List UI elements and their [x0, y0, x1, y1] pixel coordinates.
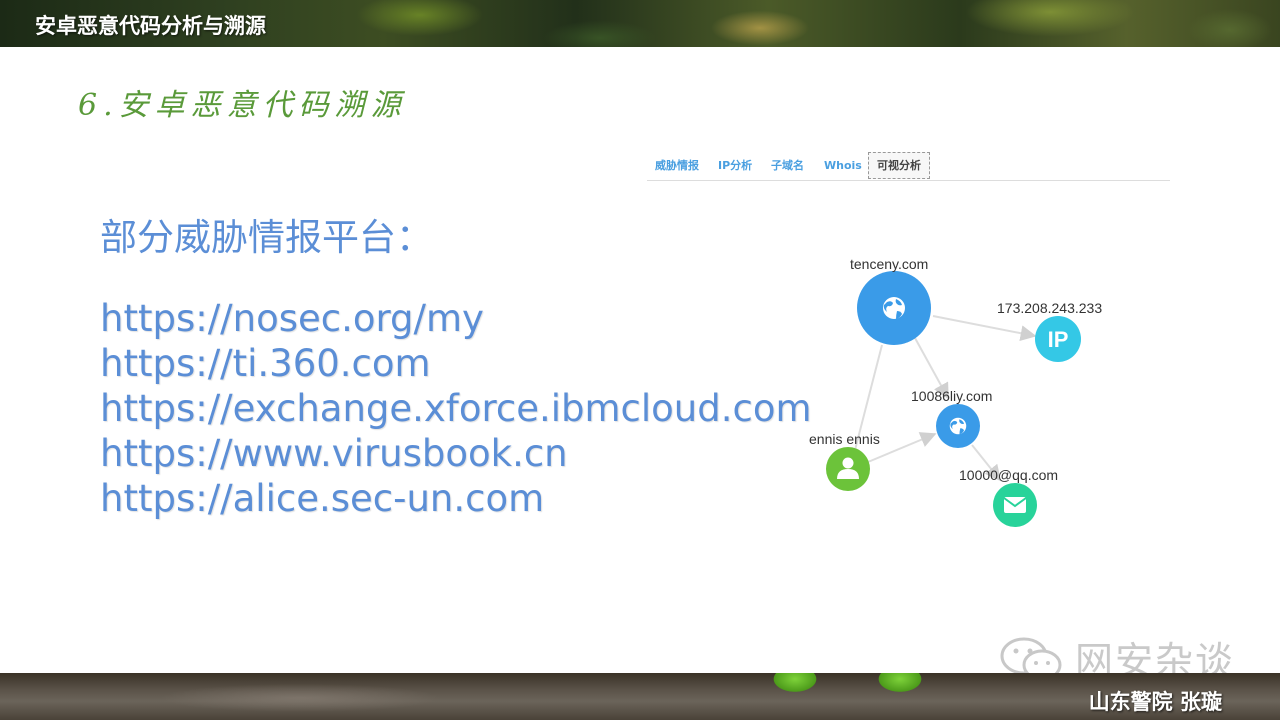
- tab-threat-intel[interactable]: 威胁情报: [655, 152, 699, 179]
- envelope-icon: [1003, 497, 1027, 513]
- tab-visual-analysis[interactable]: 可视分析: [868, 152, 930, 179]
- ip-icon: IP: [1048, 327, 1069, 352]
- tab-whois[interactable]: Whois: [824, 152, 862, 179]
- content-heading: 部分威胁情报平台：: [100, 216, 433, 259]
- tab-ip-analysis[interactable]: IP分析: [718, 152, 752, 179]
- link-item[interactable]: https://www.virusbook.cn: [100, 431, 812, 476]
- node-label-person: ennis ennis: [809, 431, 880, 447]
- node-label-ip: 173.208.243.233: [997, 300, 1103, 316]
- section-title: 6.安卓恶意代码溯源: [78, 88, 407, 123]
- graph-node-ip[interactable]: IP: [1035, 316, 1081, 362]
- globe-icon: [883, 297, 905, 319]
- node-label-email: 10000@qq.com: [959, 467, 1059, 483]
- link-item[interactable]: https://nosec.org/my: [100, 296, 812, 341]
- graph-edge: [932, 315, 1037, 342]
- globe-icon: [949, 417, 967, 435]
- tab-subdomain[interactable]: 子域名: [771, 152, 804, 179]
- link-list: https://nosec.org/my https://ti.360.com …: [100, 296, 812, 521]
- graph-node-domain[interactable]: [936, 404, 980, 448]
- graph-node-person[interactable]: [826, 447, 870, 491]
- relationship-graph: IP tenceny.com 173.208.243.233 10086liy.…: [790, 250, 1150, 540]
- link-item[interactable]: https://ti.360.com: [100, 341, 812, 386]
- node-label-domain: tenceny.com: [850, 256, 929, 272]
- link-item[interactable]: https://alice.sec-un.com: [100, 476, 812, 521]
- link-item[interactable]: https://exchange.xforce.ibmcloud.com: [100, 386, 812, 431]
- graph-node-email[interactable]: [993, 483, 1037, 527]
- footer-author: 山东警院 张璇: [1088, 690, 1222, 714]
- tab-bar: 威胁情报 IP分析 子域名 Whois 可视分析: [647, 152, 1170, 181]
- node-label-subdomain: 10086liy.com: [911, 388, 993, 404]
- graph-node-domain[interactable]: [857, 271, 931, 345]
- slide-header-title: 安卓恶意代码分析与溯源: [35, 14, 266, 38]
